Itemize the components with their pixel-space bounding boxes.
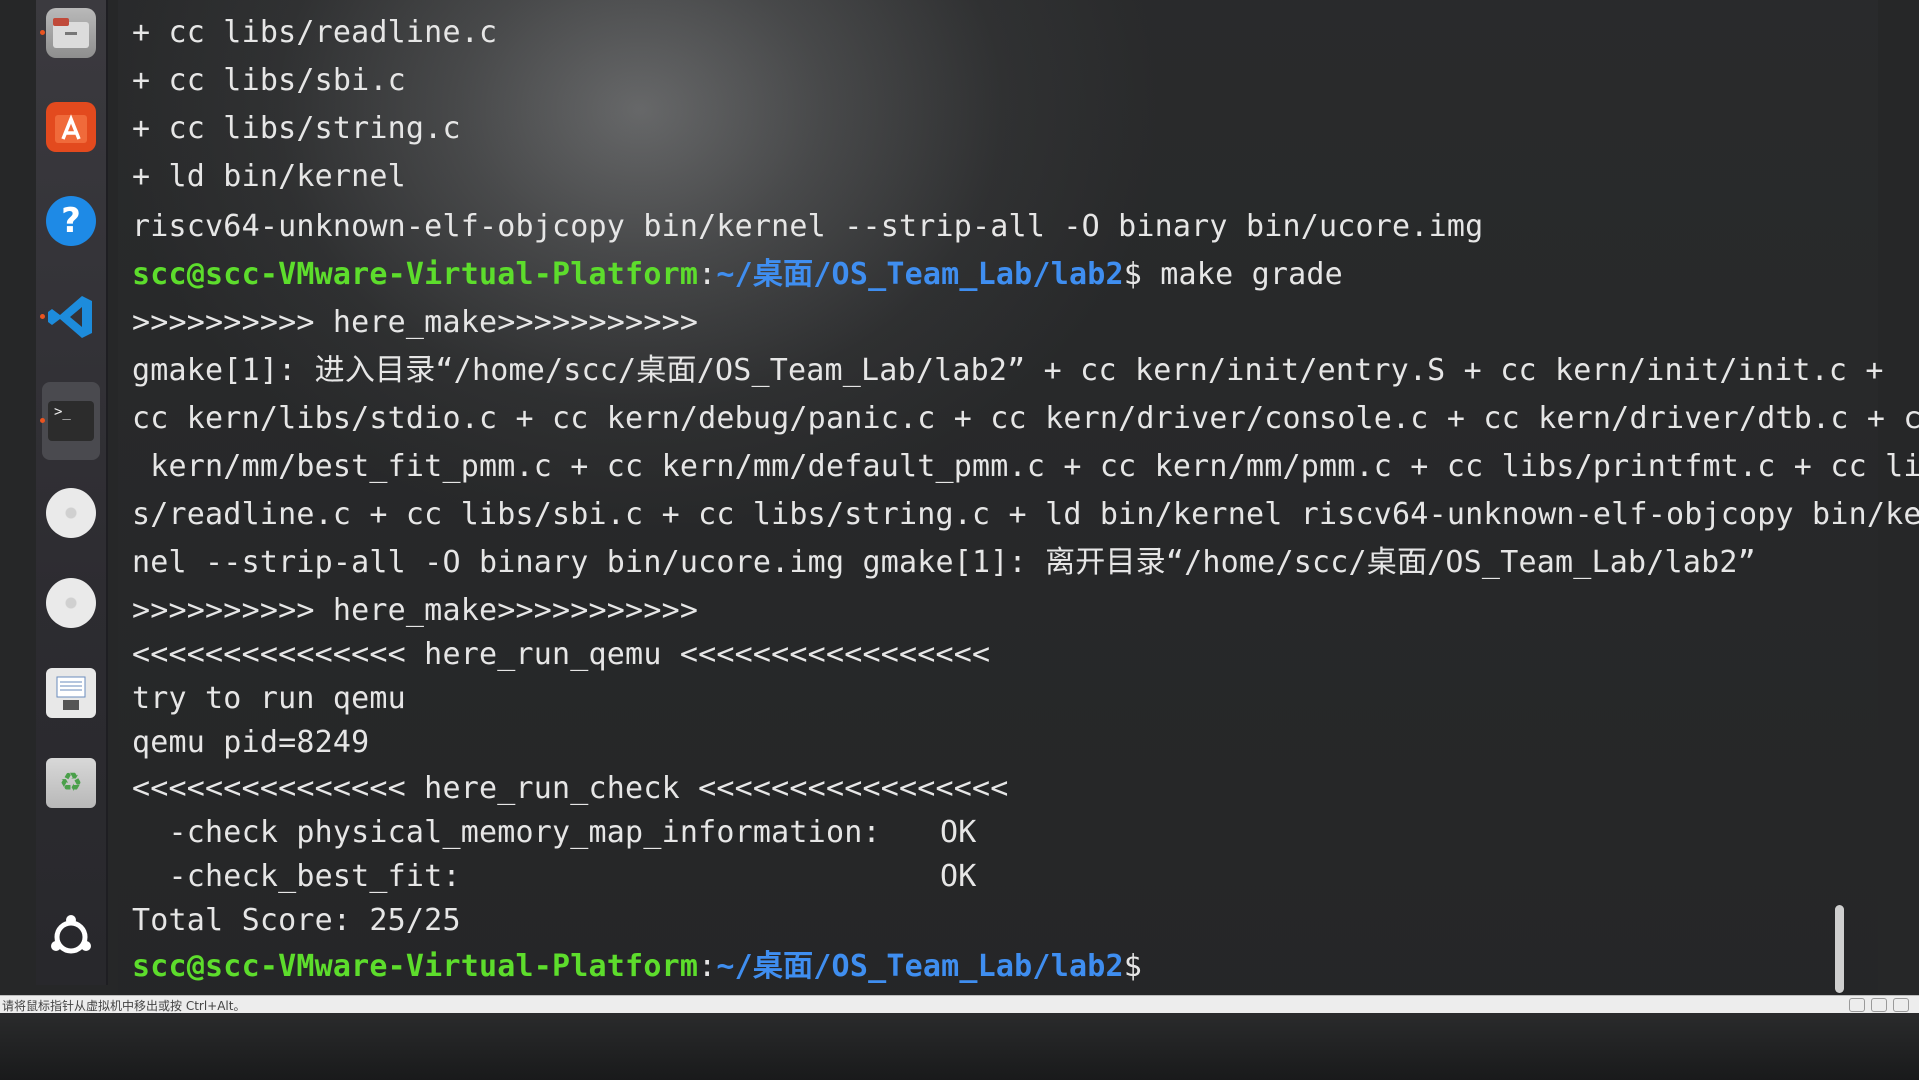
terminal-icon[interactable]: >_ <box>40 382 100 460</box>
vm-device-tray <box>1849 998 1909 1012</box>
terminal-scrollbar[interactable] <box>1835 905 1844 993</box>
shell-prompt: scc@scc-VMware-Virtual-Platform:~/桌面/OS_… <box>132 256 1343 294</box>
check-status: OK <box>940 859 977 894</box>
vm-status-bar: 请将鼠标指针从虚拟机中移出或按 Ctrl+Alt。 <box>0 995 1919 1014</box>
terminal-line: cc kern/libs/stdio.c + cc kern/debug/pan… <box>132 401 1919 436</box>
terminal-line: + ld bin/kernel <box>132 159 406 194</box>
terminal-line: kern/mm/best_fit_pmm.c + cc kern/mm/defa… <box>132 449 1919 484</box>
terminal-line: + cc libs/readline.c <box>132 15 498 50</box>
terminal-line: >>>>>>>>>> here_make>>>>>>>>>>> <box>132 593 699 628</box>
prompt-dollar: $ <box>1123 949 1143 984</box>
check-label: -check_best_fit: <box>132 859 461 894</box>
software-center-icon[interactable] <box>46 102 96 152</box>
ubuntu-logo-icon[interactable] <box>46 912 96 962</box>
files-icon[interactable] <box>40 8 96 58</box>
running-indicator <box>40 418 45 423</box>
device-icon[interactable] <box>1893 998 1909 1012</box>
desktop-screen: ? >_ ♻ + cc libs/readline.c + cc libs/sb… <box>0 0 1919 1080</box>
launcher-dock: ? >_ ♻ <box>36 0 108 985</box>
terminal-line: nel --strip-all -O binary bin/ucore.img … <box>132 545 1756 580</box>
disc-icon[interactable] <box>46 578 96 628</box>
vscode-icon[interactable] <box>40 292 96 342</box>
running-indicator <box>40 314 45 319</box>
terminal-line: gmake[1]: 进入目录“/home/scc/桌面/OS_Team_Lab/… <box>132 353 1884 388</box>
shell-prompt[interactable]: scc@scc-VMware-Virtual-Platform:~/桌面/OS_… <box>132 948 1142 986</box>
prompt-path: ~/桌面/OS_Team_Lab/lab2 <box>716 257 1124 292</box>
prompt-colon: : <box>698 257 717 292</box>
trash-icon[interactable]: ♻ <box>46 758 96 808</box>
terminal-window[interactable]: + cc libs/readline.c + cc libs/sbi.c + c… <box>118 0 1919 995</box>
prompt-path: ~/桌面/OS_Team_Lab/lab2 <box>716 949 1124 984</box>
terminal-prompt-glyph: >_ <box>48 401 94 441</box>
monitor-bezel <box>0 1013 1919 1080</box>
terminal-line: s/readline.c + cc libs/sbi.c + cc libs/s… <box>132 497 1919 532</box>
floppy-icon[interactable] <box>46 668 96 718</box>
running-indicator <box>40 30 45 35</box>
terminal-line: try to run qemu <box>132 681 406 716</box>
prompt-dollar: $ <box>1123 257 1161 292</box>
terminal-line: >>>>>>>>>> here_make>>>>>>>>>>> <box>132 305 699 340</box>
total-score: Total Score: 25/25 <box>132 903 461 938</box>
vm-hint-text: 请将鼠标指针从虚拟机中移出或按 Ctrl+Alt。 <box>2 999 246 1013</box>
terminal-line: + cc libs/string.c <box>132 111 461 146</box>
help-icon[interactable]: ? <box>46 196 96 246</box>
prompt-colon: : <box>698 949 717 984</box>
typed-command: make grade <box>1160 257 1343 292</box>
device-icon[interactable] <box>1849 998 1865 1012</box>
check-status: OK <box>940 815 977 850</box>
terminal-line: <<<<<<<<<<<<<<< here_run_qemu <<<<<<<<<<… <box>132 637 991 672</box>
prompt-user: scc@scc-VMware-Virtual-Platform <box>132 949 699 984</box>
terminal-line: <<<<<<<<<<<<<<< here_run_check <<<<<<<<<… <box>132 771 1009 806</box>
device-icon[interactable] <box>1871 998 1887 1012</box>
check-label: -check physical_memory_map_information: <box>132 815 881 850</box>
terminal-line: + cc libs/sbi.c <box>132 63 406 98</box>
terminal-line: qemu pid=8249 <box>132 725 370 760</box>
disc-icon[interactable] <box>46 488 96 538</box>
check-result-row: -check physical_memory_map_information: O… <box>132 814 977 852</box>
prompt-user: scc@scc-VMware-Virtual-Platform <box>132 257 699 292</box>
terminal-line: riscv64-unknown-elf-objcopy bin/kernel -… <box>132 209 1484 244</box>
check-result-row: -check_best_fit: OK <box>132 858 977 896</box>
